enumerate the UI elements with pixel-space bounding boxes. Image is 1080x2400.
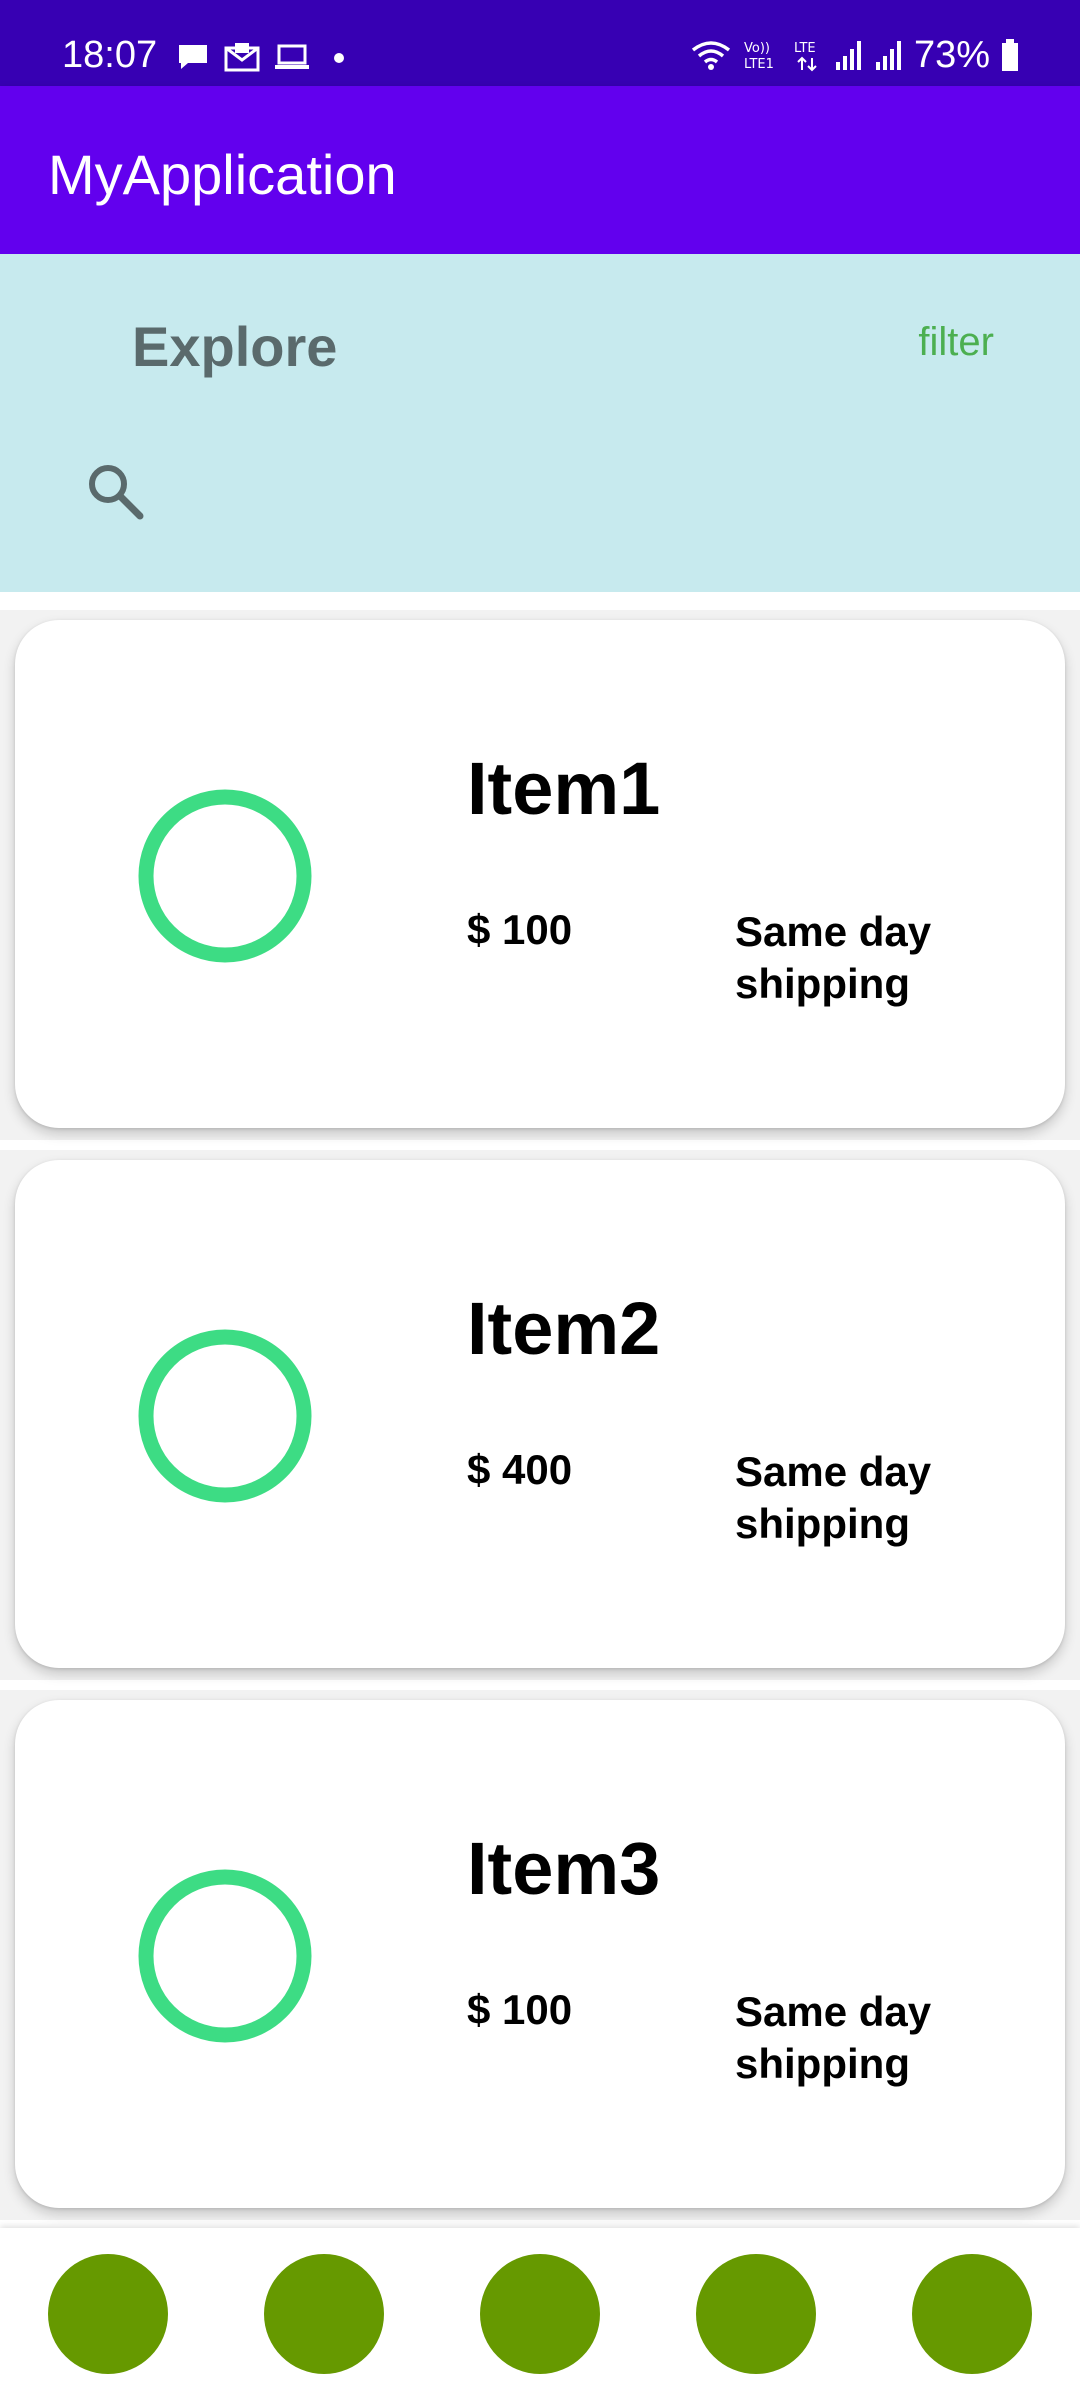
bottom-nav	[0, 2228, 1080, 2400]
item-image-placeholder	[138, 1329, 312, 1503]
signal-icon	[835, 41, 861, 70]
item-image-placeholder	[138, 789, 312, 963]
filter-button[interactable]: filter	[918, 320, 994, 365]
item-shipping: Same day shipping	[735, 1988, 932, 2087]
search-icon	[89, 465, 144, 520]
volte-icon: Vo)) LTE1	[744, 41, 774, 72]
status-time: 18:07	[62, 34, 158, 76]
dot-icon	[334, 53, 344, 63]
svg-text:LTE1: LTE1	[744, 57, 774, 72]
item-row: Item3 $ 100 Same day shipping	[0, 1690, 1080, 2220]
battery-percent: 73%	[913, 34, 990, 76]
wifi-icon	[691, 41, 731, 70]
app-bar: MyApplication	[0, 86, 1080, 254]
app-title: MyApplication	[48, 143, 397, 206]
bottom-nav-item-5[interactable]	[912, 2254, 1032, 2374]
item-row: Item1 $ 100 Same day shipping	[0, 610, 1080, 1140]
item-card[interactable]: Item1 $ 100 Same day shipping	[15, 620, 1065, 1128]
battery-icon	[1002, 39, 1018, 71]
bottom-nav-item-3[interactable]	[480, 2254, 600, 2374]
status-left-icons	[176, 42, 354, 72]
bottom-nav-item-4[interactable]	[696, 2254, 816, 2374]
mail-icon	[224, 43, 260, 72]
laptop-icon	[275, 44, 309, 69]
item-name: Item1	[467, 747, 661, 830]
chat-icon	[179, 45, 207, 69]
item-card[interactable]: Item3 $ 100 Same day shipping	[15, 1700, 1065, 2208]
lte-icon: LTE	[794, 41, 817, 72]
item-image-placeholder	[138, 1869, 312, 2043]
status-right-icons: Vo)) LTE1 LTE 73%	[690, 36, 1020, 74]
explore-header: Explore filter	[0, 254, 1080, 592]
svg-text:LTE: LTE	[794, 41, 816, 56]
status-bar: 18:07 Vo)) LTE1 LTE 73%	[0, 0, 1080, 86]
item-name: Item3	[467, 1827, 661, 1910]
item-name: Item2	[467, 1287, 661, 1370]
bottom-nav-item-2[interactable]	[264, 2254, 384, 2374]
svg-text:Vo)): Vo))	[744, 41, 770, 56]
signal-icon	[875, 41, 901, 70]
bottom-nav-item-1[interactable]	[48, 2254, 168, 2374]
item-shipping: Same day shipping	[735, 908, 932, 1007]
search-button[interactable]	[84, 460, 148, 524]
item-price: $ 100	[467, 1986, 573, 2033]
explore-title: Explore	[132, 315, 338, 378]
item-shipping: Same day shipping	[735, 1448, 932, 1547]
item-row: Item2 $ 400 Same day shipping	[0, 1150, 1080, 1680]
item-price: $ 100	[467, 906, 573, 953]
item-price: $ 400	[467, 1446, 573, 1493]
item-card[interactable]: Item2 $ 400 Same day shipping	[15, 1160, 1065, 1668]
